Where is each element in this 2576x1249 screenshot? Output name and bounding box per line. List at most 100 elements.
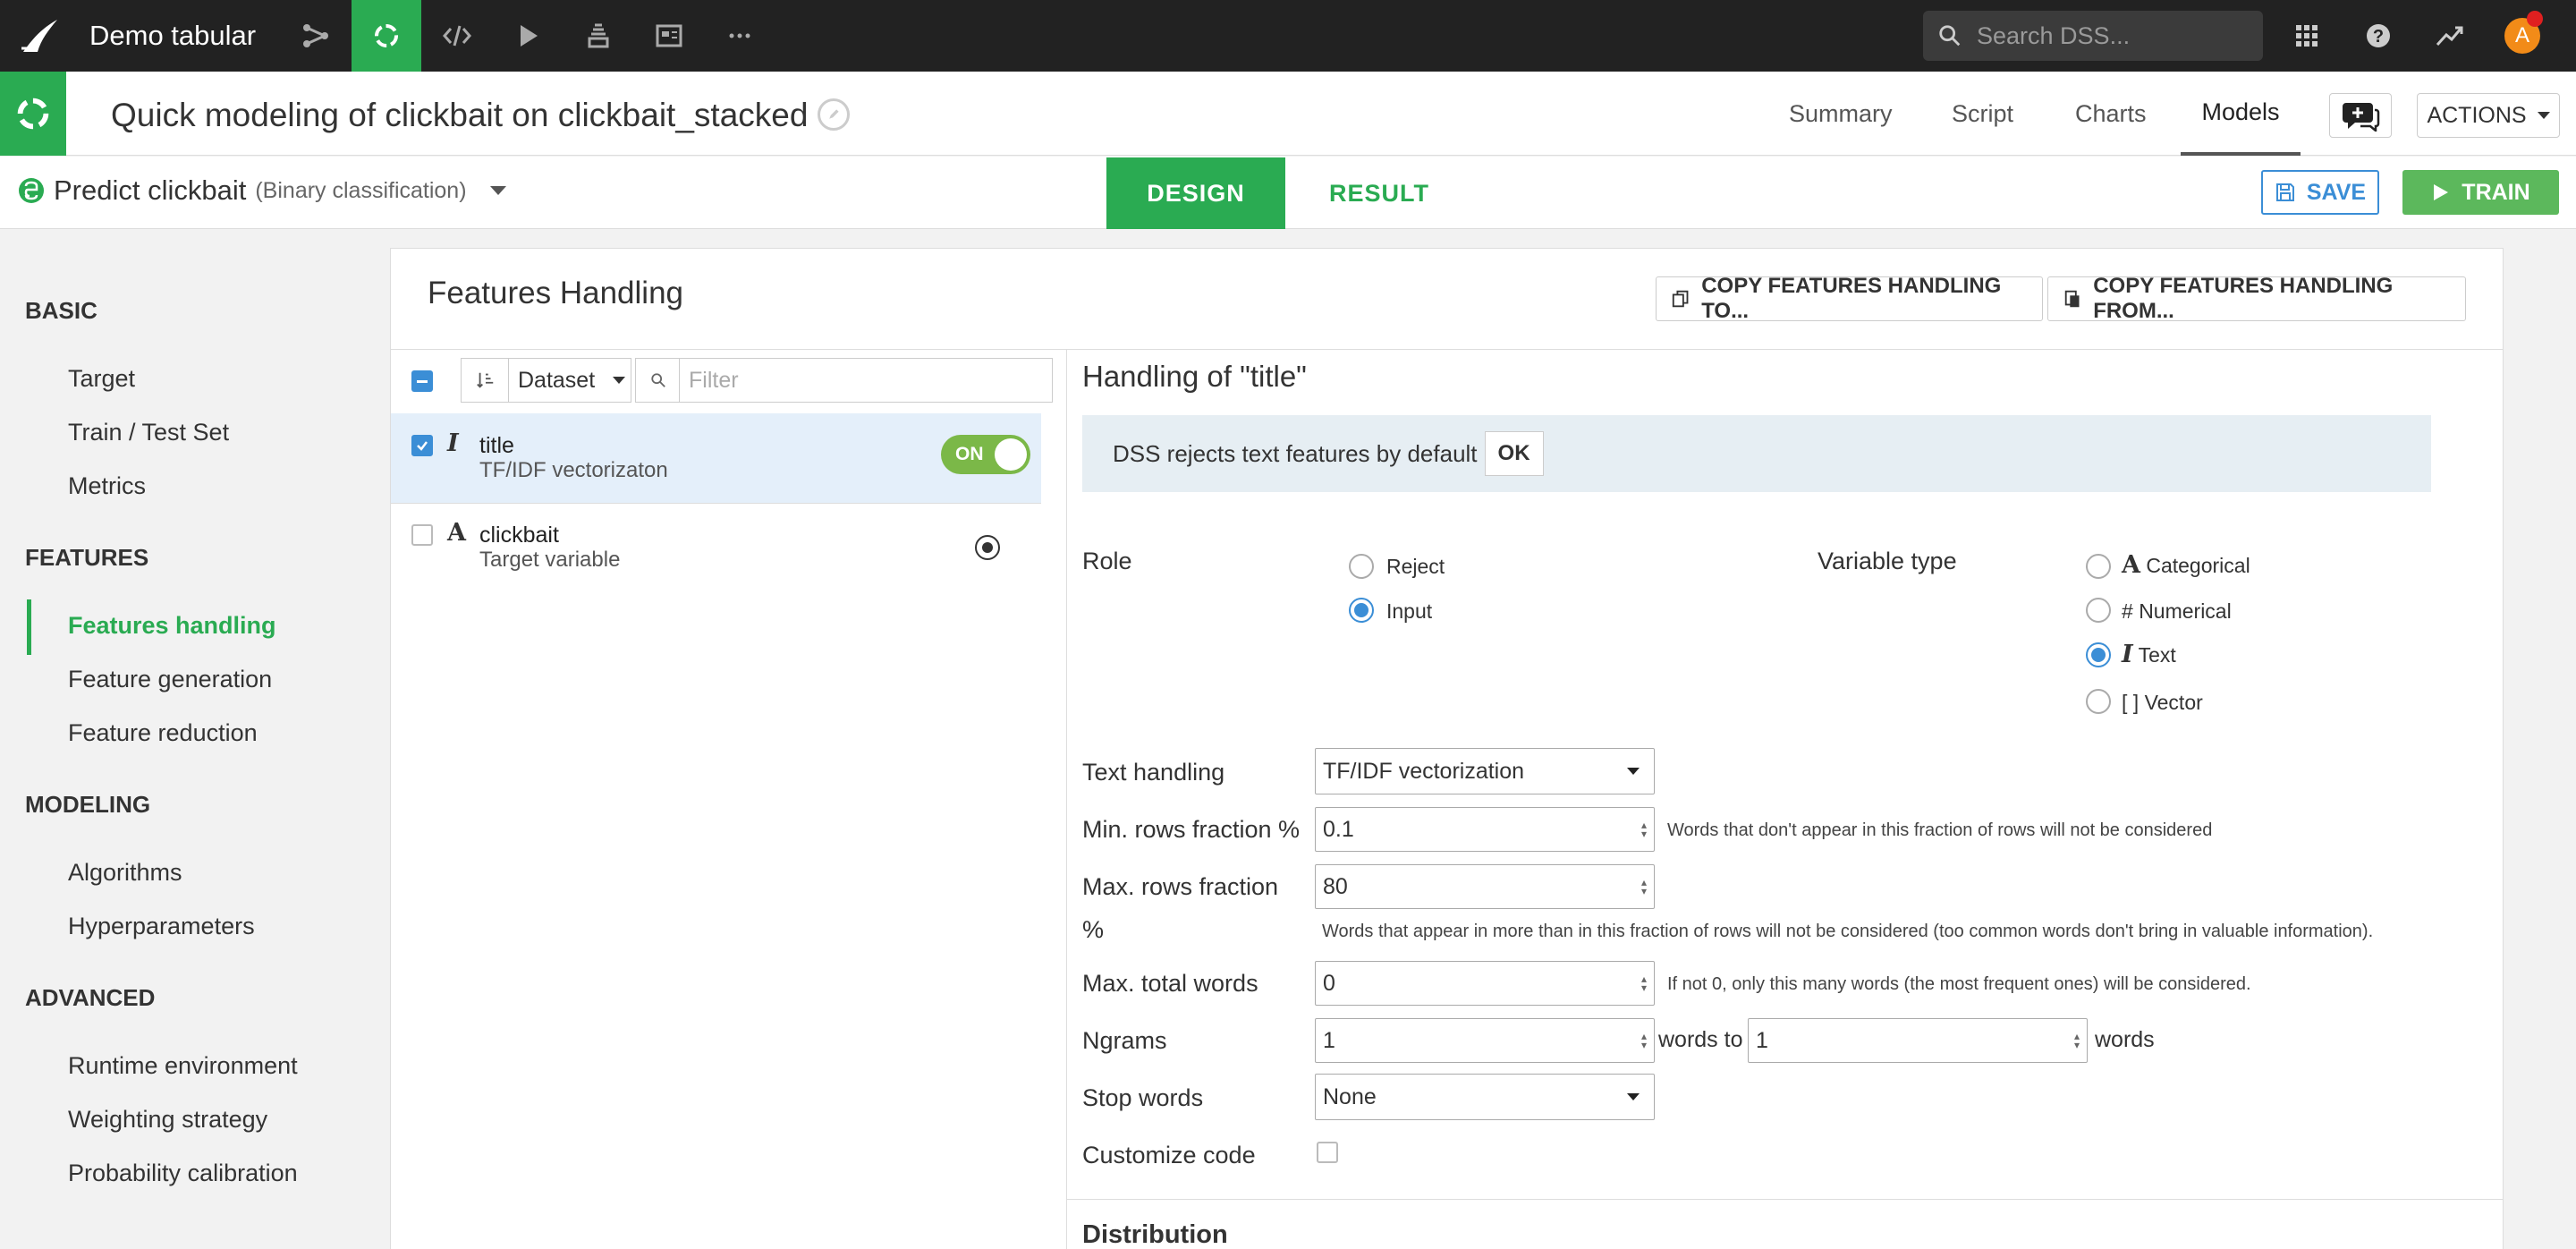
sidebar-heading-features: FEATURES xyxy=(25,544,149,571)
edit-title-icon[interactable] xyxy=(818,98,850,131)
sidebar-item-features-handling[interactable]: Features handling xyxy=(68,612,276,640)
copy-icon xyxy=(1672,290,1689,308)
project-name[interactable]: Demo tabular xyxy=(89,20,256,52)
caret-down-icon xyxy=(613,377,626,384)
ngrams-from-value: 1 xyxy=(1323,1027,1335,1053)
ngrams-words-label: words xyxy=(2095,1027,2155,1052)
ngrams-label: Ngrams xyxy=(1082,1027,1167,1054)
sort-icon xyxy=(476,372,493,388)
apps-grid-icon[interactable] xyxy=(2272,0,2342,72)
tab-models[interactable]: Models xyxy=(2181,72,2301,156)
sidebar-item-algorithms[interactable]: Algorithms xyxy=(68,859,182,887)
spinner-icon[interactable]: ▴ ▾ xyxy=(2074,1031,2080,1050)
tab-charts[interactable]: Charts xyxy=(2075,72,2147,156)
activity-trend-icon[interactable] xyxy=(2415,0,2485,72)
max-words-hint: If not 0, only this many words (the most… xyxy=(1667,974,2251,994)
sidebar-active-indicator xyxy=(27,599,31,655)
flow-icon[interactable] xyxy=(281,0,351,72)
code-icon[interactable] xyxy=(422,0,492,72)
feature-checkbox-title[interactable] xyxy=(411,435,433,456)
save-label: SAVE xyxy=(2306,179,2367,205)
copy-features-to-button[interactable]: COPY FEATURES HANDLING TO... xyxy=(1656,274,2043,323)
min-rows-input[interactable]: 0.1 ▴ ▾ xyxy=(1315,807,1655,852)
vartype-vector-radio[interactable] xyxy=(2086,689,2111,714)
sidebar-item-metrics[interactable]: Metrics xyxy=(68,472,146,500)
run-icon[interactable] xyxy=(493,0,563,72)
sidebar-item-feature-generation[interactable]: Feature generation xyxy=(68,666,272,693)
role-input-radio[interactable] xyxy=(1349,598,1374,623)
filter-input[interactable] xyxy=(679,358,1053,403)
max-rows-label-unit: % xyxy=(1082,916,1105,943)
stop-words-value: None xyxy=(1323,1083,1377,1109)
customize-code-checkbox[interactable] xyxy=(1317,1142,1338,1163)
text-handling-label: Text handling xyxy=(1082,759,1225,786)
text-handling-select[interactable]: TF/IDF vectorization xyxy=(1315,748,1655,794)
analysis-lab-icon[interactable] xyxy=(352,0,421,72)
max-rows-hint: Words that appear in more than in this f… xyxy=(1322,922,2374,941)
tab-summary[interactable]: Summary xyxy=(1789,72,1893,156)
save-button[interactable]: SAVE xyxy=(2261,170,2379,215)
stop-words-select[interactable]: None xyxy=(1315,1074,1655,1120)
vartype-numerical-radio[interactable] xyxy=(2086,598,2111,623)
discussions-button[interactable] xyxy=(2329,93,2392,138)
notice-banner: DSS rejects text features by default OK xyxy=(1082,415,2431,492)
sidebar-item-probability-calibration[interactable]: Probability calibration xyxy=(68,1160,298,1187)
divider xyxy=(1067,1199,2504,1200)
train-button[interactable]: TRAIN xyxy=(2402,170,2559,215)
tab-design[interactable]: DESIGN xyxy=(1106,157,1285,229)
discussion-icon xyxy=(2343,103,2380,132)
vartype-text: Categorical xyxy=(2146,554,2250,577)
sort-order-button[interactable] xyxy=(461,358,509,403)
sidebar-item-train-test-set[interactable]: Train / Test Set xyxy=(68,419,229,446)
panel-title: Features Handling xyxy=(428,276,683,310)
divider xyxy=(391,349,2504,350)
ngrams-from-input[interactable]: 1 ▴ ▾ xyxy=(1315,1018,1655,1063)
max-rows-input[interactable]: 80 ▴ ▾ xyxy=(1315,864,1655,909)
role-input-label: Input xyxy=(1386,599,1433,623)
distribution-heading: Distribution xyxy=(1082,1220,1228,1249)
tab-result[interactable]: RESULT xyxy=(1285,157,1473,229)
notice-ok-button[interactable]: OK xyxy=(1484,431,1544,476)
spinner-icon[interactable]: ▴ ▾ xyxy=(1641,877,1647,896)
vartype-numerical-label: # Numerical xyxy=(2122,599,2232,624)
sidebar-item-hyperparameters[interactable]: Hyperparameters xyxy=(68,913,255,940)
sidebar-item-runtime-environment[interactable]: Runtime environment xyxy=(68,1052,298,1080)
task-selector[interactable]: Predict clickbait (Binary classification… xyxy=(18,174,506,207)
vartype-vector-label: [ ] Vector xyxy=(2122,691,2203,715)
search-input[interactable] xyxy=(1977,21,2245,50)
sort-by-select[interactable]: Dataset xyxy=(508,358,631,403)
tab-script[interactable]: Script xyxy=(1952,72,2013,156)
search-icon xyxy=(1939,25,1961,47)
spinner-icon[interactable]: ▴ ▾ xyxy=(1641,820,1647,839)
dashboard-icon[interactable] xyxy=(634,0,704,72)
global-search[interactable] xyxy=(1923,11,2263,61)
vartype-categorical-label: A Categorical xyxy=(2122,551,2250,579)
max-words-input[interactable]: 0 ▴ ▾ xyxy=(1315,961,1655,1006)
spinner-icon[interactable]: ▴ ▾ xyxy=(1641,1031,1647,1050)
ngrams-to-input[interactable]: 1 ▴ ▾ xyxy=(1748,1018,2088,1063)
text-handling-value: TF/IDF vectorization xyxy=(1323,758,1525,784)
sidebar-item-weighting-strategy[interactable]: Weighting strategy xyxy=(68,1106,267,1134)
stop-words-label: Stop words xyxy=(1082,1084,1204,1111)
dataiku-logo-icon[interactable] xyxy=(18,13,63,57)
sidebar-item-target[interactable]: Target xyxy=(68,365,135,393)
min-rows-label: Min. rows fraction % xyxy=(1082,816,1301,843)
actions-dropdown[interactable]: ACTIONS xyxy=(2417,93,2560,138)
stack-icon[interactable] xyxy=(564,0,633,72)
copy-to-label: COPY FEATURES HANDLING TO... xyxy=(1701,274,2002,323)
caret-down-icon xyxy=(1627,1093,1640,1100)
vartype-text: Vector xyxy=(2144,691,2203,714)
sidebar-item-feature-reduction[interactable]: Feature reduction xyxy=(68,719,258,747)
feature-checkbox-clickbait[interactable] xyxy=(411,524,433,546)
categorical-type-icon: A xyxy=(447,519,466,547)
vartype-text-radio[interactable] xyxy=(2086,642,2111,667)
copy-features-from-button[interactable]: COPY FEATURES HANDLING FROM... xyxy=(2047,274,2466,323)
help-icon[interactable]: ? xyxy=(2343,0,2413,72)
vartype-categorical-radio[interactable] xyxy=(2086,554,2111,579)
toggle-label: ON xyxy=(955,444,984,464)
toggle-knob xyxy=(995,438,1027,471)
more-icon[interactable] xyxy=(705,0,775,72)
role-reject-radio[interactable] xyxy=(1349,554,1374,579)
spinner-icon[interactable]: ▴ ▾ xyxy=(1641,973,1647,993)
select-all-checkbox[interactable] xyxy=(411,370,433,392)
